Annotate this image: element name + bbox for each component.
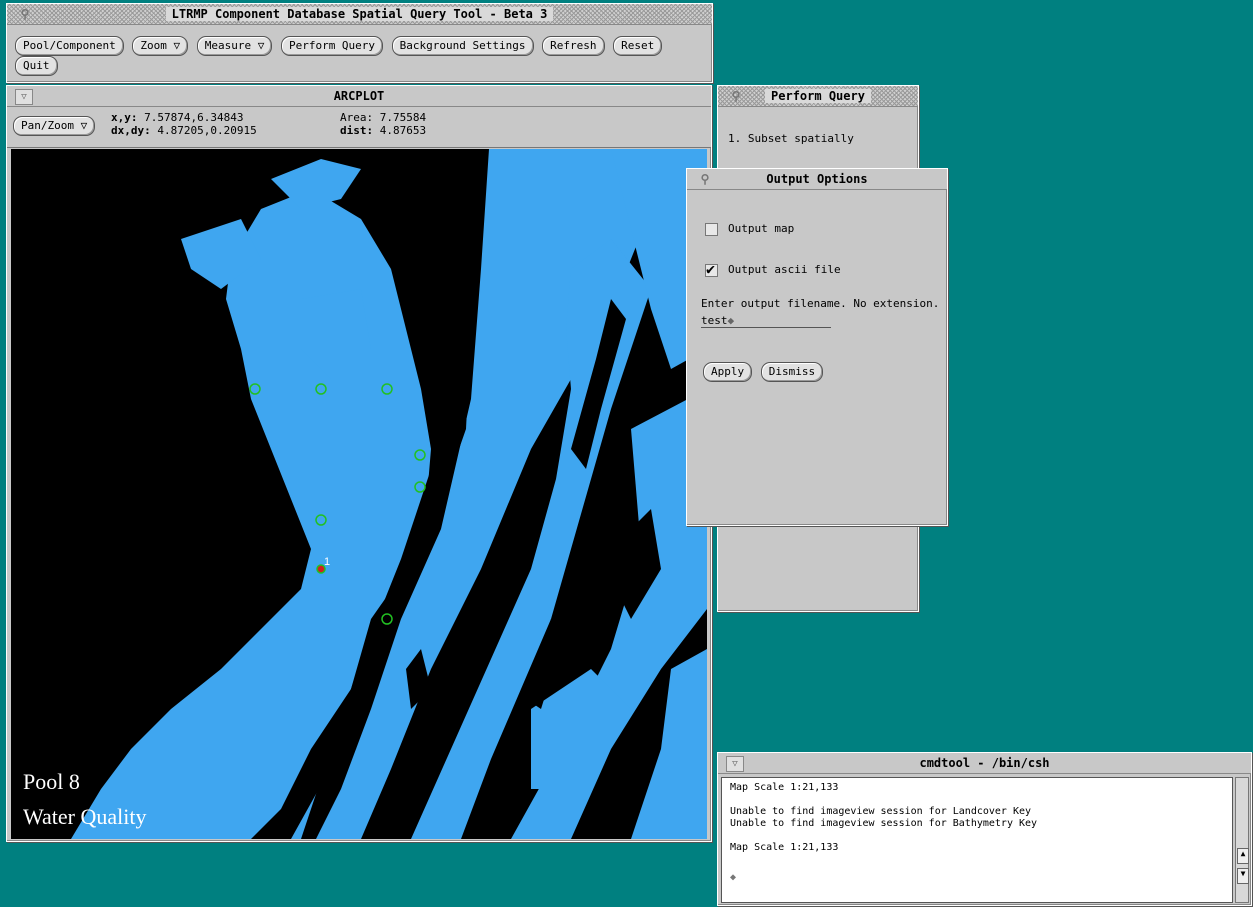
map-canvas[interactable]: 1 Pool 8 Water Quality [11, 149, 707, 839]
filename-prompt: Enter output filename. No extension. [701, 297, 940, 310]
pushpin-icon[interactable]: ⚲ [17, 6, 33, 22]
main-toolbar: Pool/Component Zoom ▽ Measure ▽ Perform … [15, 36, 712, 76]
water-areas [71, 149, 707, 839]
arcplot-titlebar[interactable]: ▽ ARCPLOT [7, 86, 711, 107]
checkmark-icon: ✔ [706, 259, 716, 278]
window-menu-icon[interactable]: ▽ [726, 756, 744, 772]
terminal-line: Map Scale 1:21,133 [730, 782, 839, 793]
dxdy-readout: dx,dy: 4.87205,0.20915 [111, 124, 257, 137]
output-ascii-label: Output ascii file [728, 263, 841, 276]
sample-point-label: 1 [324, 556, 330, 568]
refresh-button[interactable]: Refresh [542, 36, 605, 56]
text-cursor-icon: ◆ [727, 314, 735, 327]
cmdtool-title: cmdtool - /bin/csh [919, 756, 1050, 770]
map-caption-layer: Water Quality [23, 804, 147, 829]
pan-zoom-menu-button[interactable]: Pan/Zoom ▽ [13, 116, 96, 136]
xy-readout: x,y: 7.57874,6.34843 [111, 111, 244, 124]
background-settings-button[interactable]: Background Settings [391, 36, 534, 56]
measure-menu-button[interactable]: Measure ▽ [196, 36, 273, 56]
pushpin-icon[interactable]: ⚲ [728, 88, 744, 104]
dist-readout: dist: 4.87653 [340, 124, 427, 137]
quit-button[interactable]: Quit [15, 56, 58, 76]
perform-query-title: Perform Query [765, 89, 871, 103]
dialog-button-row: Apply Dismiss [703, 362, 825, 382]
reset-button[interactable]: Reset [613, 36, 663, 56]
pool-component-button[interactable]: Pool/Component [15, 36, 124, 56]
output-options-title: Output Options [766, 172, 868, 186]
arcplot-status-bar: Pan/Zoom ▽ x,y: 7.57874,6.34843 dx,dy: 4… [7, 107, 711, 148]
arcplot-title: ARCPLOT [333, 89, 385, 103]
output-map-label: Output map [728, 222, 795, 235]
perform-query-button[interactable]: Perform Query [280, 36, 384, 56]
zoom-menu-button[interactable]: Zoom ▽ [132, 36, 189, 56]
terminal-scrollbar[interactable]: ▲ ▼ [1235, 777, 1249, 903]
output-options-dialog: ⚲ Output Options Output map ✔ Output asci… [686, 168, 948, 526]
scroll-down-arrow-icon[interactable]: ▼ [1237, 868, 1249, 884]
area-readout: Area: 7.75584 [340, 111, 427, 124]
subset-spatially-label: 1. Subset spatially [728, 132, 854, 145]
main-titlebar[interactable]: ⚲ LTRMP Component Database Spatial Query… [7, 4, 712, 25]
terminal-line: Unable to find imageview session for Lan… [730, 806, 1032, 817]
window-menu-icon[interactable]: ▽ [15, 89, 33, 105]
main-tool-window: ⚲ LTRMP Component Database Spatial Query… [6, 3, 713, 83]
arcplot-window: ▽ ARCPLOT Pan/Zoom ▽ x,y: 7.57874,6.3484… [6, 85, 712, 842]
map-caption-pool: Pool 8 [23, 769, 80, 794]
terminal-line: Unable to find imageview session for Bat… [730, 818, 1038, 829]
terminal-output[interactable]: Map Scale 1:21,133 Unable to find imagev… [721, 777, 1233, 903]
cmdtool-titlebar[interactable]: ▽ cmdtool - /bin/csh [718, 753, 1251, 774]
map-svg[interactable]: 1 [11, 149, 707, 839]
dismiss-button[interactable]: Dismiss [760, 362, 824, 382]
cmdtool-window: ▽ cmdtool - /bin/csh Map Scale 1:21,133 … [717, 752, 1252, 906]
output-map-checkbox[interactable] [705, 222, 718, 236]
output-map-option[interactable]: Output map [705, 222, 794, 236]
main-title: LTRMP Component Database Spatial Query T… [165, 7, 554, 21]
terminal-line: Map Scale 1:21,133 [730, 842, 839, 853]
prompt-cursor-icon: ◆ [730, 872, 737, 883]
pushpin-icon[interactable]: ⚲ [697, 171, 713, 187]
scroll-up-arrow-icon[interactable]: ▲ [1237, 848, 1249, 864]
apply-button[interactable]: Apply [703, 362, 753, 382]
perform-query-titlebar[interactable]: ⚲ Perform Query [718, 86, 918, 107]
filename-input[interactable]: test◆ [701, 314, 831, 328]
output-ascii-checkbox[interactable]: ✔ [705, 260, 718, 278]
output-ascii-option[interactable]: ✔ Output ascii file [705, 260, 841, 278]
output-options-titlebar[interactable]: ⚲ Output Options [687, 169, 947, 190]
